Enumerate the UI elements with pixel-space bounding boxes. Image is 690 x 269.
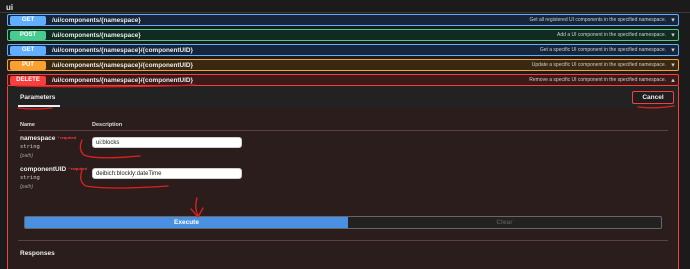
- param-type: string: [20, 144, 40, 150]
- operation-path: /ui/components/{namespace}: [52, 16, 141, 24]
- operation-panel: Parameters Cancel Name Description names…: [7, 86, 679, 269]
- chevron-down-icon[interactable]: ▾: [669, 46, 677, 54]
- operation-get-namespace[interactable]: GET /ui/components/{namespace} Get all r…: [7, 14, 679, 26]
- operation-summary: Update a specific UI component in the sp…: [531, 62, 666, 68]
- operation-summary: Get a specific UI component in the speci…: [539, 47, 666, 53]
- operation-post-namespace[interactable]: POST /ui/components/{namespace} Add a UI…: [7, 29, 679, 41]
- param-name-text: componentUID: [20, 166, 67, 173]
- chevron-down-icon[interactable]: ▾: [669, 61, 677, 69]
- operation-path: /ui/components/{namespace}/{componentUID…: [52, 61, 193, 69]
- tab-underline: [18, 105, 60, 107]
- required-marker: * required: [57, 135, 77, 140]
- operation-put-component[interactable]: PUT /ui/components/{namespace}/{componen…: [7, 59, 679, 71]
- chevron-down-icon[interactable]: ▾: [669, 31, 677, 39]
- param-location: (path): [20, 184, 34, 190]
- param-location: (path): [20, 153, 34, 159]
- method-badge: GET: [10, 45, 46, 55]
- method-badge: GET: [10, 15, 46, 25]
- section-divider: [0, 12, 690, 13]
- method-badge: PUT: [10, 60, 46, 70]
- operation-get-component[interactable]: GET /ui/components/{namespace}/{componen…: [7, 44, 679, 56]
- cancel-button[interactable]: Cancel: [632, 91, 674, 104]
- method-badge: DELETE: [10, 75, 46, 85]
- column-header-description: Description: [92, 122, 123, 128]
- chevron-up-icon[interactable]: ▴: [669, 76, 677, 84]
- method-badge: POST: [10, 30, 46, 40]
- componentuid-input[interactable]: deibich:blockly:dateTime: [92, 168, 242, 179]
- param-name-namespace: namespace * required: [20, 135, 76, 142]
- clear-button[interactable]: Clear: [348, 217, 661, 228]
- responses-divider: [18, 240, 668, 241]
- operation-summary: Remove a specific UI component in the sp…: [529, 77, 666, 83]
- operation-delete-component[interactable]: DELETE /ui/components/{namespace}/{compo…: [7, 74, 679, 86]
- required-marker: * required: [68, 166, 87, 171]
- tab-parameters[interactable]: Parameters: [20, 94, 55, 101]
- column-header-name: Name: [20, 122, 35, 128]
- param-name-componentuid: componentUID * required: [20, 166, 87, 173]
- operation-path: /ui/components/{namespace}/{componentUID…: [52, 76, 193, 84]
- operation-path: /ui/components/{namespace}: [52, 31, 141, 39]
- operation-summary: Get all registered UI components in the …: [529, 17, 666, 23]
- section-title[interactable]: ui: [6, 3, 13, 12]
- chevron-down-icon[interactable]: ▾: [669, 16, 677, 24]
- operation-summary: Add a UI component in the specified name…: [557, 32, 666, 38]
- header-divider: [18, 130, 668, 131]
- param-type: string: [20, 175, 40, 181]
- execute-button[interactable]: Execute: [25, 217, 348, 228]
- responses-heading: Responses: [20, 250, 55, 257]
- param-name-text: namespace: [20, 135, 56, 142]
- action-buttons: Execute Clear: [24, 216, 662, 229]
- namespace-input[interactable]: ui:blocks: [92, 137, 242, 148]
- panel-tabbar: Parameters Cancel: [8, 86, 678, 108]
- operation-path: /ui/components/{namespace}/{componentUID…: [52, 46, 193, 54]
